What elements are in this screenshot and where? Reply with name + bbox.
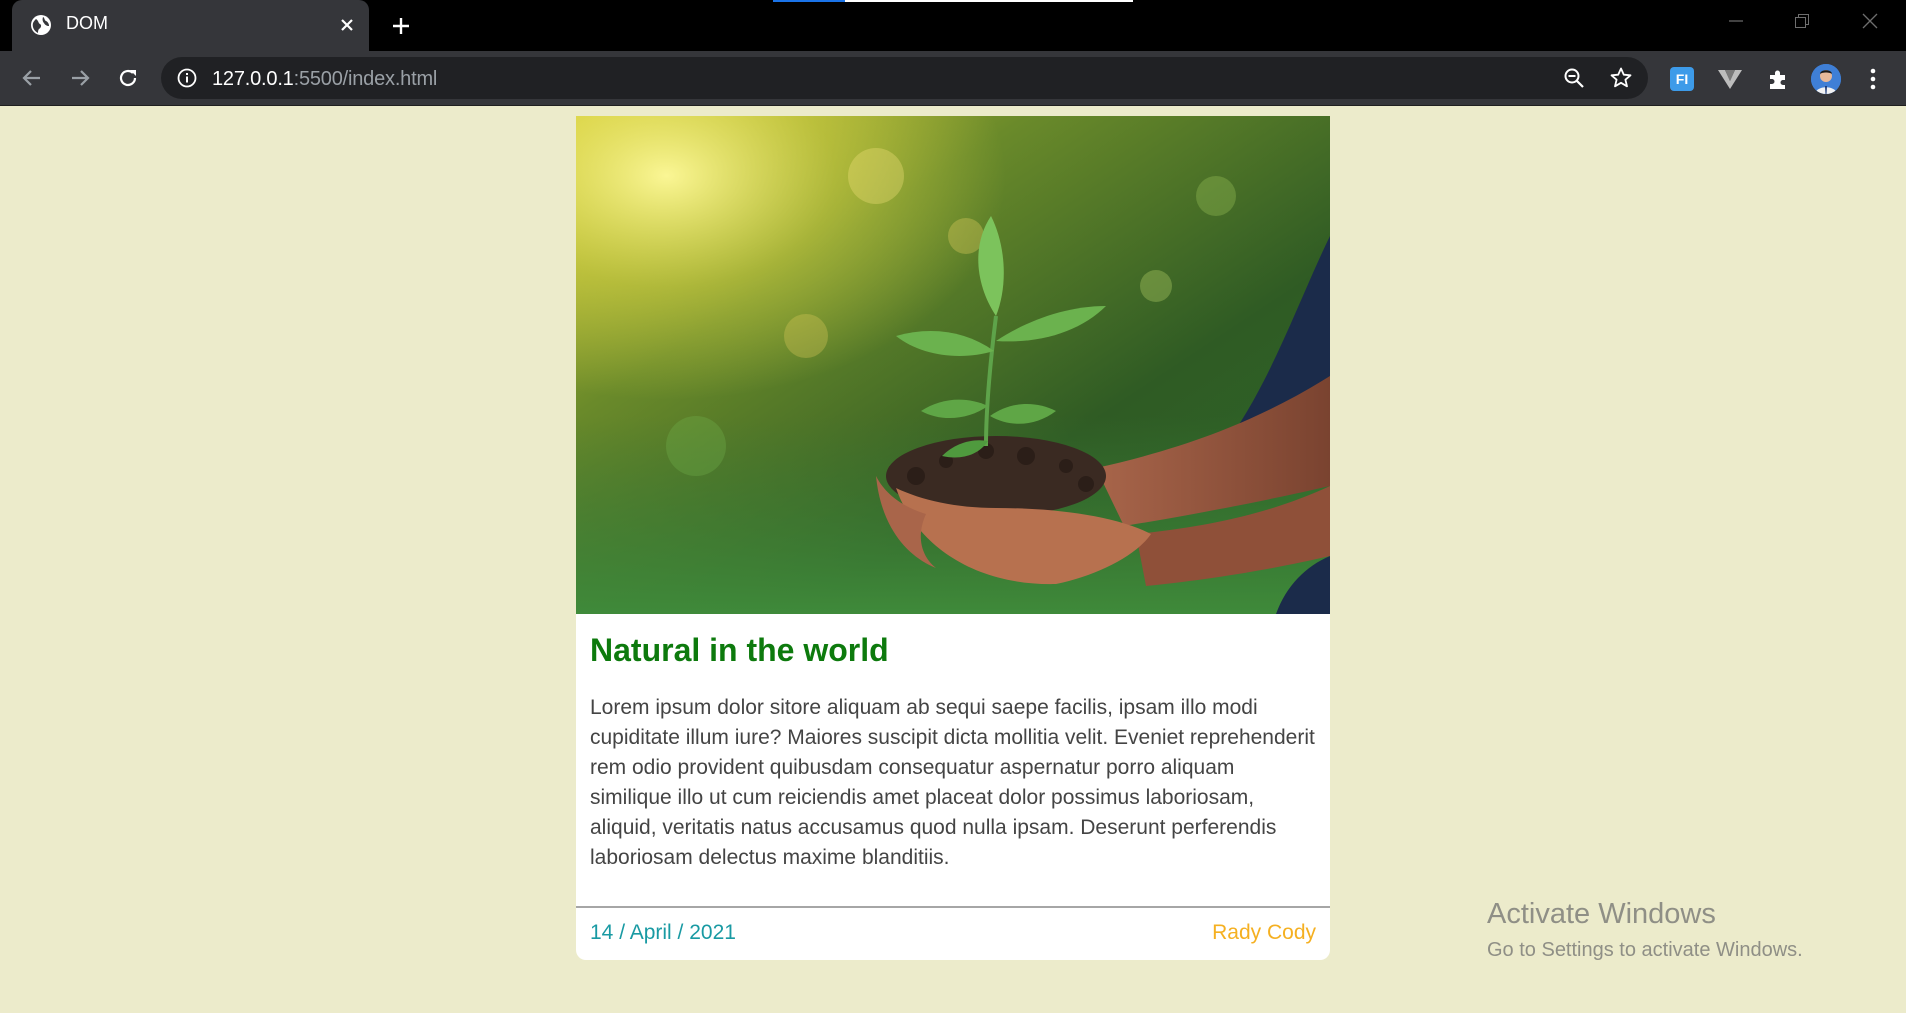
tab-title: DOM [66, 13, 108, 33]
url-path: :5500/index.html [293, 68, 438, 90]
zoom-out-icon[interactable] [1560, 64, 1588, 92]
fi-extension-label: FI [1670, 67, 1694, 91]
kebab-menu-icon[interactable] [1858, 64, 1888, 94]
star-icon[interactable] [1607, 64, 1635, 92]
plus-icon[interactable] [386, 11, 416, 41]
activate-windows-watermark: Activate Windows Go to Settings to activ… [1487, 898, 1803, 962]
restore-icon[interactable] [1782, 8, 1822, 34]
card-title: Natural in the world [590, 632, 889, 668]
loading-progress-bar [773, 0, 845, 2]
card-body-text: Lorem ipsum dolor sitore aliquam ab sequ… [590, 696, 1315, 869]
watermark-title: Activate Windows [1487, 898, 1716, 930]
url-host: 127.0.0.1 [212, 68, 294, 90]
puzzle-icon[interactable] [1763, 64, 1793, 94]
loading-progress-track [845, 0, 1133, 2]
close-window-icon[interactable] [1850, 8, 1890, 34]
url-text[interactable]: 127.0.0.1:5500/index.html [212, 68, 437, 91]
avatar[interactable] [1811, 64, 1841, 94]
card-author: Rady Cody [1212, 921, 1316, 944]
browser-toolbar: 127.0.0.1:5500/index.html FI [0, 51, 1906, 106]
reload-icon[interactable] [113, 63, 143, 93]
browser-tab[interactable]: DOM [12, 0, 369, 51]
arrow-left-icon[interactable] [17, 63, 47, 93]
card-image [576, 116, 1330, 614]
v-extension-icon[interactable] [1715, 64, 1745, 94]
info-icon[interactable] [177, 68, 197, 88]
profile-avatar-image [1811, 64, 1841, 94]
arrow-right-icon[interactable] [65, 63, 95, 93]
card-divider [576, 906, 1330, 908]
watermark-subtitle: Go to Settings to activate Windows. [1487, 939, 1803, 961]
close-icon[interactable] [334, 12, 360, 38]
globe-icon [30, 14, 52, 36]
address-bar[interactable]: 127.0.0.1:5500/index.html [161, 57, 1648, 99]
article-card: Natural in the world Lorem ipsum dolor s… [576, 116, 1330, 960]
minimize-icon[interactable] [1716, 8, 1756, 34]
fi-extension-icon[interactable]: FI [1667, 64, 1697, 94]
card-date: 14 / April / 2021 [590, 921, 736, 944]
browser-title-bar: DOM [0, 0, 1906, 51]
